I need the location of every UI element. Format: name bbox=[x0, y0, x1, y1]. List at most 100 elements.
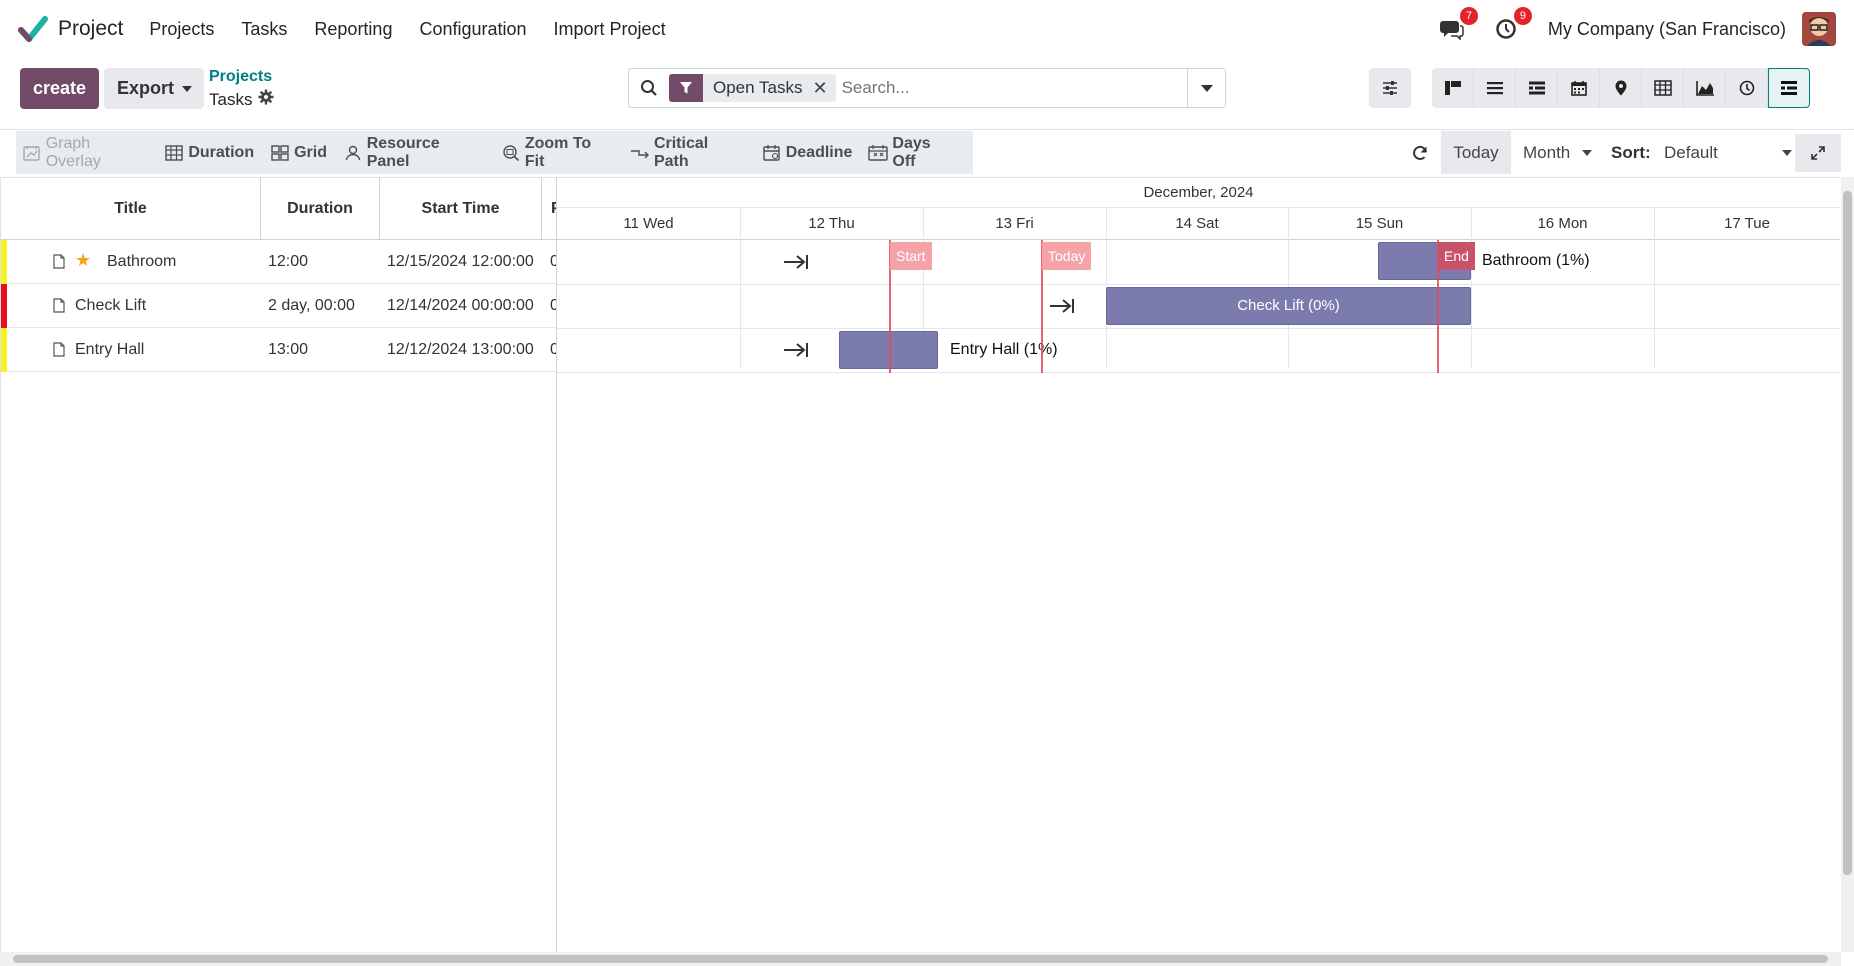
app-brand[interactable]: Project bbox=[18, 14, 123, 44]
pivot-view-button[interactable] bbox=[1642, 68, 1684, 108]
column-header-title[interactable]: Title bbox=[1, 178, 260, 240]
table-row[interactable]: Entry Hall 13:00 12/12/2024 13:00:00 0 bbox=[1, 328, 556, 372]
page-title: Tasks bbox=[209, 89, 253, 109]
sliders-icon bbox=[1383, 81, 1397, 95]
list-view-button[interactable] bbox=[1474, 68, 1516, 108]
day-gridline bbox=[1654, 208, 1655, 368]
activities-button[interactable]: 9 bbox=[1490, 7, 1532, 45]
top-navbar: Project Projects Tasks Reporting Configu… bbox=[0, 0, 1854, 58]
row-gridline bbox=[557, 328, 1840, 329]
jump-to-task-icon[interactable] bbox=[1048, 296, 1076, 316]
gantt-view-button[interactable] bbox=[1768, 68, 1810, 108]
app-name: Project bbox=[58, 17, 124, 40]
menu-tasks[interactable]: Tasks bbox=[241, 19, 287, 40]
close-icon[interactable]: ✕ bbox=[812, 78, 835, 99]
horizontal-scrollbar[interactable] bbox=[0, 952, 1841, 966]
search-options-toggle[interactable] bbox=[1187, 69, 1225, 107]
deadline-button[interactable]: Deadline bbox=[762, 143, 853, 163]
task-bar-check-lift[interactable]: Check Lift (0%) bbox=[1106, 287, 1471, 325]
column-header-duration[interactable]: Duration bbox=[261, 178, 379, 240]
priority-flag bbox=[1, 240, 7, 284]
task-partial-value: 0 bbox=[550, 284, 556, 328]
range-dropdown[interactable]: Month bbox=[1523, 131, 1593, 174]
task-start-time: 12/14/2024 00:00:00 bbox=[387, 297, 534, 314]
search-input[interactable] bbox=[841, 78, 1182, 98]
menu-projects[interactable]: Projects bbox=[149, 19, 214, 40]
days-off-label: Days Off bbox=[892, 134, 931, 170]
calendar-icon bbox=[1570, 81, 1587, 96]
refresh-button[interactable] bbox=[1402, 131, 1438, 174]
caret-down-icon bbox=[1582, 149, 1593, 156]
vertical-scrollbar[interactable] bbox=[1841, 177, 1854, 952]
graph-overlay-button[interactable]: Graph Overlay bbox=[22, 135, 148, 171]
caret-down-icon bbox=[1782, 149, 1792, 156]
column-header-partial[interactable]: P bbox=[542, 178, 556, 240]
grid-icon bbox=[270, 143, 290, 163]
critical-path-button[interactable]: Critical Path bbox=[630, 135, 746, 171]
calendar-off-icon bbox=[868, 143, 889, 163]
today-button[interactable]: Today bbox=[1441, 131, 1511, 174]
create-button[interactable]: create bbox=[20, 68, 99, 109]
table-row[interactable]: Check Lift 2 day, 00:00 12/14/2024 00:00… bbox=[1, 284, 556, 328]
view-switcher bbox=[1432, 68, 1810, 108]
day-header: 13 Fri bbox=[923, 208, 1106, 240]
grid-button[interactable]: Grid bbox=[270, 143, 327, 163]
search-facet[interactable]: Open Tasks ✕ bbox=[669, 74, 836, 102]
export-button[interactable]: Export bbox=[104, 68, 204, 109]
export-label: Export bbox=[117, 78, 175, 98]
scrollbar-thumb[interactable] bbox=[1843, 191, 1852, 875]
map-view-button[interactable] bbox=[1600, 68, 1642, 108]
gantt-grid: Title Duration Start Time P ★ Bathroom 1… bbox=[1, 178, 557, 952]
gear-icon[interactable] bbox=[258, 89, 274, 110]
expand-icon bbox=[1811, 146, 1825, 160]
column-header-start-time[interactable]: Start Time bbox=[380, 178, 541, 240]
day-header: 17 Tue bbox=[1654, 208, 1840, 240]
day-header: 14 Sat bbox=[1106, 208, 1288, 240]
menu-reporting[interactable]: Reporting bbox=[314, 19, 392, 40]
table-row[interactable]: ★ Bathroom 12:00 12/15/2024 12:00:00 0 bbox=[1, 240, 556, 284]
graph-view-button[interactable] bbox=[1684, 68, 1726, 108]
list-alt-view-button[interactable] bbox=[1516, 68, 1558, 108]
zoom-to-fit-button[interactable]: Zoom To Fit bbox=[501, 135, 614, 171]
task-duration: 2 day, 00:00 bbox=[268, 297, 355, 314]
table-icon bbox=[1653, 80, 1672, 96]
jump-to-task-icon[interactable] bbox=[782, 340, 810, 360]
scrollbar-thumb[interactable] bbox=[13, 955, 1828, 963]
search-icon[interactable] bbox=[629, 69, 669, 107]
star-icon[interactable]: ★ bbox=[75, 250, 91, 271]
list-details-icon bbox=[1528, 81, 1545, 95]
days-off-button[interactable]: Days Off bbox=[868, 135, 957, 171]
priority-flag bbox=[1, 284, 7, 328]
filter-settings-button[interactable] bbox=[1369, 68, 1411, 108]
kanban-view-button[interactable] bbox=[1432, 68, 1474, 108]
user-avatar[interactable] bbox=[1802, 12, 1836, 46]
expand-button[interactable] bbox=[1795, 134, 1841, 172]
activities-badge: 9 bbox=[1513, 7, 1532, 25]
menu-import-project[interactable]: Import Project bbox=[554, 19, 666, 40]
jump-to-task-icon[interactable] bbox=[782, 252, 810, 272]
menu-configuration[interactable]: Configuration bbox=[419, 19, 526, 40]
path-arrow-icon bbox=[630, 143, 650, 163]
systray: 7 9 My Company (San Francisco) bbox=[1436, 0, 1854, 58]
messages-button[interactable]: 7 bbox=[1436, 7, 1478, 45]
calendar-view-button[interactable] bbox=[1558, 68, 1600, 108]
task-start-time: 12/12/2024 13:00:00 bbox=[387, 341, 534, 358]
timeline-month: December, 2024 bbox=[557, 178, 1840, 208]
duration-button[interactable]: Duration bbox=[164, 143, 254, 163]
gantt-chart: Title Duration Start Time P ★ Bathroom 1… bbox=[0, 177, 1840, 952]
project-app-icon bbox=[18, 16, 48, 42]
activity-view-button[interactable] bbox=[1726, 68, 1768, 108]
separator bbox=[0, 129, 1854, 130]
task-duration: 12:00 bbox=[268, 253, 309, 270]
map-pin-icon bbox=[1615, 80, 1626, 96]
duration-label: Duration bbox=[188, 143, 255, 161]
clock-icon bbox=[1739, 80, 1754, 96]
zoom-to-fit-label: Zoom To Fit bbox=[524, 134, 592, 170]
chart-overlay-icon bbox=[22, 143, 42, 163]
search-bar: Open Tasks ✕ bbox=[628, 68, 1226, 108]
sort-select[interactable]: Default bbox=[1664, 131, 1792, 174]
breadcrumb-projects[interactable]: Projects bbox=[209, 68, 272, 86]
resource-panel-button[interactable]: Resource Panel bbox=[343, 135, 485, 171]
deadline-label: Deadline bbox=[785, 143, 853, 161]
company-switcher[interactable]: My Company (San Francisco) bbox=[1548, 19, 1786, 40]
